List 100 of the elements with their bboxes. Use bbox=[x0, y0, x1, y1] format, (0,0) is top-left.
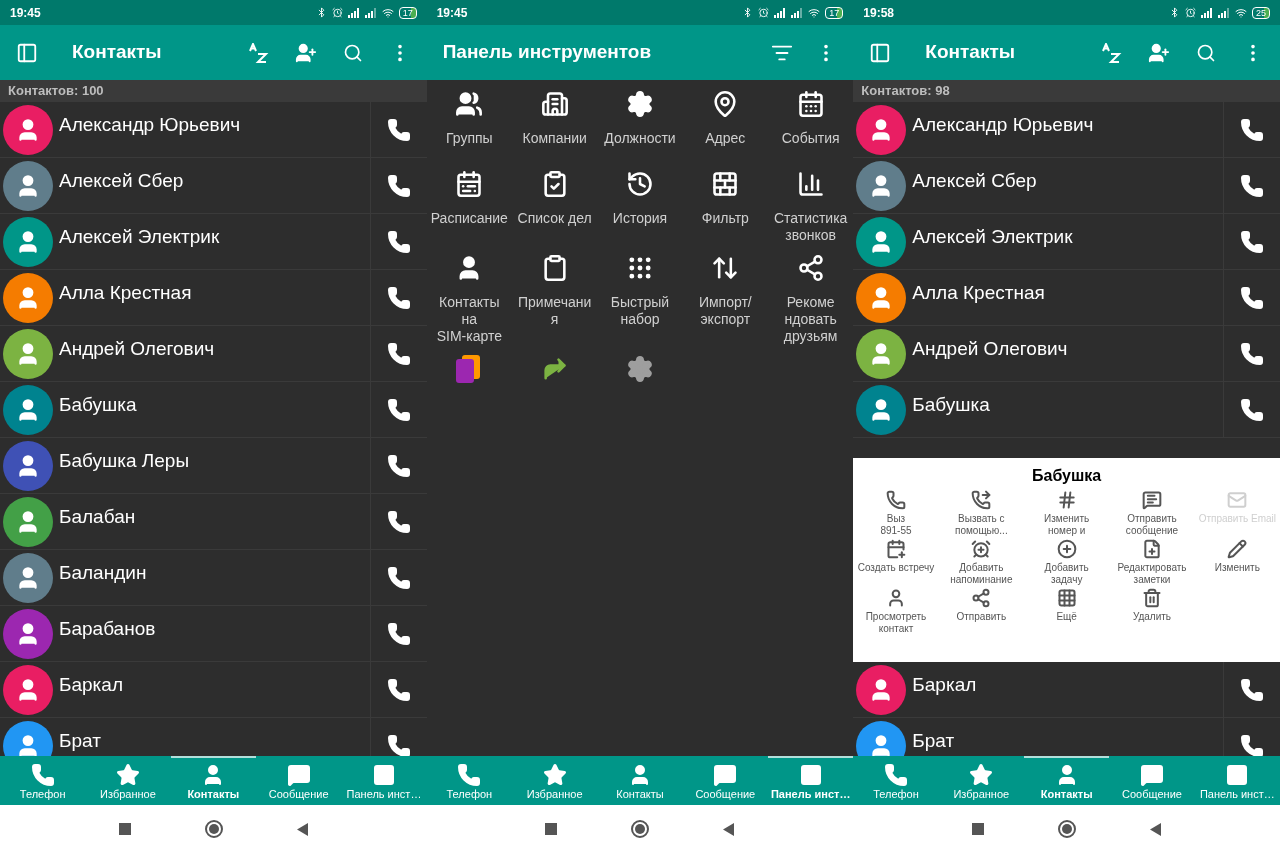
contact-row[interactable]: Алексей Сбер bbox=[853, 158, 1280, 214]
nav-tab[interactable]: Избранное bbox=[512, 756, 598, 805]
call-icon[interactable] bbox=[1240, 397, 1264, 422]
nav-tab[interactable]: Избранное bbox=[938, 756, 1024, 805]
nav-tab[interactable]: Сообщение bbox=[682, 756, 768, 805]
tool-item[interactable]: История bbox=[597, 170, 683, 244]
call-icon[interactable] bbox=[386, 173, 411, 198]
call-icon[interactable] bbox=[386, 565, 411, 590]
pencil-icon bbox=[1227, 539, 1248, 559]
tool-item[interactable]: Рекоме ндовать друзьям bbox=[768, 254, 854, 345]
sidebar-icon[interactable] bbox=[869, 41, 892, 64]
contact-row[interactable]: Андрей Олегович bbox=[0, 326, 427, 382]
tool-item[interactable]: Контакты на SIM-карте bbox=[426, 254, 512, 345]
nav-tab[interactable]: Избранное bbox=[85, 756, 171, 805]
nav-tab[interactable]: Телефон bbox=[0, 756, 86, 805]
contact-row[interactable]: Александр Юрьевич bbox=[853, 102, 1280, 158]
dialog-action[interactable]: Создать встречу bbox=[853, 539, 939, 586]
contact-row[interactable]: Александр Юрьевич bbox=[0, 102, 427, 158]
dialog-action[interactable]: Добавить напоминание bbox=[938, 539, 1024, 586]
dialog-action[interactable]: Добавить задачу bbox=[1024, 539, 1110, 586]
call-icon[interactable] bbox=[386, 229, 411, 254]
call-icon[interactable] bbox=[386, 733, 411, 756]
tool-item[interactable]: Импорт/ экспорт bbox=[682, 254, 768, 345]
tool-item[interactable]: Быстрый набор bbox=[597, 254, 683, 345]
call-icon[interactable] bbox=[1240, 173, 1264, 198]
nav-tab[interactable]: Сообщение bbox=[1109, 756, 1195, 805]
contact-row[interactable]: Баркал bbox=[853, 662, 1280, 718]
nav-tab[interactable]: Контакты bbox=[597, 756, 683, 805]
search-icon[interactable] bbox=[1196, 42, 1216, 63]
recents-button[interactable] bbox=[118, 823, 131, 835]
call-icon[interactable] bbox=[1240, 117, 1264, 142]
tool-item[interactable]: Фильтр bbox=[682, 170, 768, 244]
sort-az-icon[interactable] bbox=[1100, 42, 1122, 63]
contact-row[interactable]: Баландин bbox=[0, 550, 427, 606]
contact-row[interactable]: Алла Крестная bbox=[0, 270, 427, 326]
call-icon[interactable] bbox=[386, 453, 411, 478]
dialog-action[interactable]: Вызвать с помощью... bbox=[938, 490, 1024, 537]
contact-name: Александр Юрьевич bbox=[59, 113, 241, 137]
add-contact-icon[interactable] bbox=[1148, 41, 1170, 64]
sidebar-icon[interactable] bbox=[16, 41, 38, 64]
call-icon[interactable] bbox=[1240, 285, 1264, 310]
call-icon[interactable] bbox=[1240, 341, 1264, 366]
tool-item[interactable]: Список дел bbox=[512, 170, 598, 244]
call-icon[interactable] bbox=[386, 621, 411, 646]
call-icon[interactable] bbox=[386, 397, 411, 422]
contact-row[interactable]: Алла Крестная bbox=[853, 270, 1280, 326]
dialog-action[interactable]: Выз 891-55 bbox=[853, 490, 939, 537]
call-icon[interactable] bbox=[386, 509, 411, 534]
dialog-action[interactable]: Изменить номер и bbox=[1024, 490, 1110, 537]
tool-item[interactable]: Статистика звонков bbox=[768, 170, 854, 244]
contact-row[interactable]: Андрей Олегович bbox=[853, 326, 1280, 382]
nav-tab[interactable]: Панель инст… bbox=[1194, 756, 1280, 805]
dialog-action[interactable]: Просмотреть контакт bbox=[853, 588, 939, 635]
back-button[interactable] bbox=[296, 822, 308, 836]
signal-icon bbox=[774, 7, 787, 18]
home-button[interactable] bbox=[1058, 820, 1077, 838]
back-button[interactable] bbox=[1150, 822, 1162, 836]
contact-name: Алексей Сбер bbox=[912, 169, 1037, 193]
dialog-action[interactable]: Отправить сообщение bbox=[1109, 490, 1195, 537]
nav-tab[interactable]: Сообщение bbox=[256, 756, 342, 805]
tool-item[interactable]: События bbox=[768, 90, 854, 160]
contact-row[interactable]: Алексей Сбер bbox=[0, 158, 427, 214]
call-icon[interactable] bbox=[1240, 677, 1264, 702]
nav-tab[interactable]: Телефон bbox=[426, 756, 512, 805]
call-icon[interactable] bbox=[386, 677, 411, 702]
recents-button[interactable] bbox=[972, 823, 985, 835]
call-icon[interactable] bbox=[386, 117, 411, 142]
contact-name: Баркал bbox=[912, 673, 977, 697]
tool-item[interactable]: Примечани я bbox=[512, 254, 598, 345]
call-icon[interactable] bbox=[1240, 733, 1264, 756]
dialog-action[interactable]: Изменить bbox=[1194, 539, 1280, 586]
contact-row[interactable]: Бабушка Леры bbox=[0, 438, 427, 494]
contact-row[interactable]: Алексей Электрик bbox=[0, 214, 427, 270]
call-icon[interactable] bbox=[1240, 229, 1264, 254]
tool-item[interactable]: Группы bbox=[426, 90, 512, 160]
tool-item[interactable]: Должности bbox=[597, 90, 683, 160]
call-icon[interactable] bbox=[386, 341, 411, 366]
contact-row[interactable]: Бабушка bbox=[0, 382, 427, 438]
tool-item[interactable]: Расписание bbox=[426, 170, 512, 244]
sort-az-icon[interactable] bbox=[246, 42, 269, 63]
nav-tab[interactable]: Телефон bbox=[853, 756, 939, 805]
call-icon[interactable] bbox=[386, 285, 411, 310]
back-button[interactable] bbox=[723, 822, 735, 836]
dialog-action[interactable]: Отправить bbox=[938, 588, 1024, 635]
tool-item[interactable]: Компании bbox=[512, 90, 598, 160]
home-button[interactable] bbox=[631, 820, 650, 838]
dialog-action[interactable]: Редактировать заметки bbox=[1109, 539, 1195, 586]
contact-row[interactable]: Балабан bbox=[0, 494, 427, 550]
contact-row[interactable]: Бабушка bbox=[853, 382, 1280, 438]
add-contact-icon[interactable] bbox=[294, 41, 317, 64]
recents-button[interactable] bbox=[545, 823, 558, 835]
nav-tab[interactable]: Панель инст… bbox=[341, 756, 427, 805]
tool-item[interactable]: Адрес bbox=[682, 90, 768, 160]
search-icon[interactable] bbox=[342, 42, 363, 63]
home-button[interactable] bbox=[204, 820, 223, 838]
contact-row[interactable]: Барабанов bbox=[0, 606, 427, 662]
dialog-action[interactable]: Удалить bbox=[1109, 588, 1195, 635]
dialog-action[interactable]: Ещё bbox=[1024, 588, 1110, 635]
contact-row[interactable]: Баркал bbox=[0, 662, 427, 718]
contact-row[interactable]: Алексей Электрик bbox=[853, 214, 1280, 270]
